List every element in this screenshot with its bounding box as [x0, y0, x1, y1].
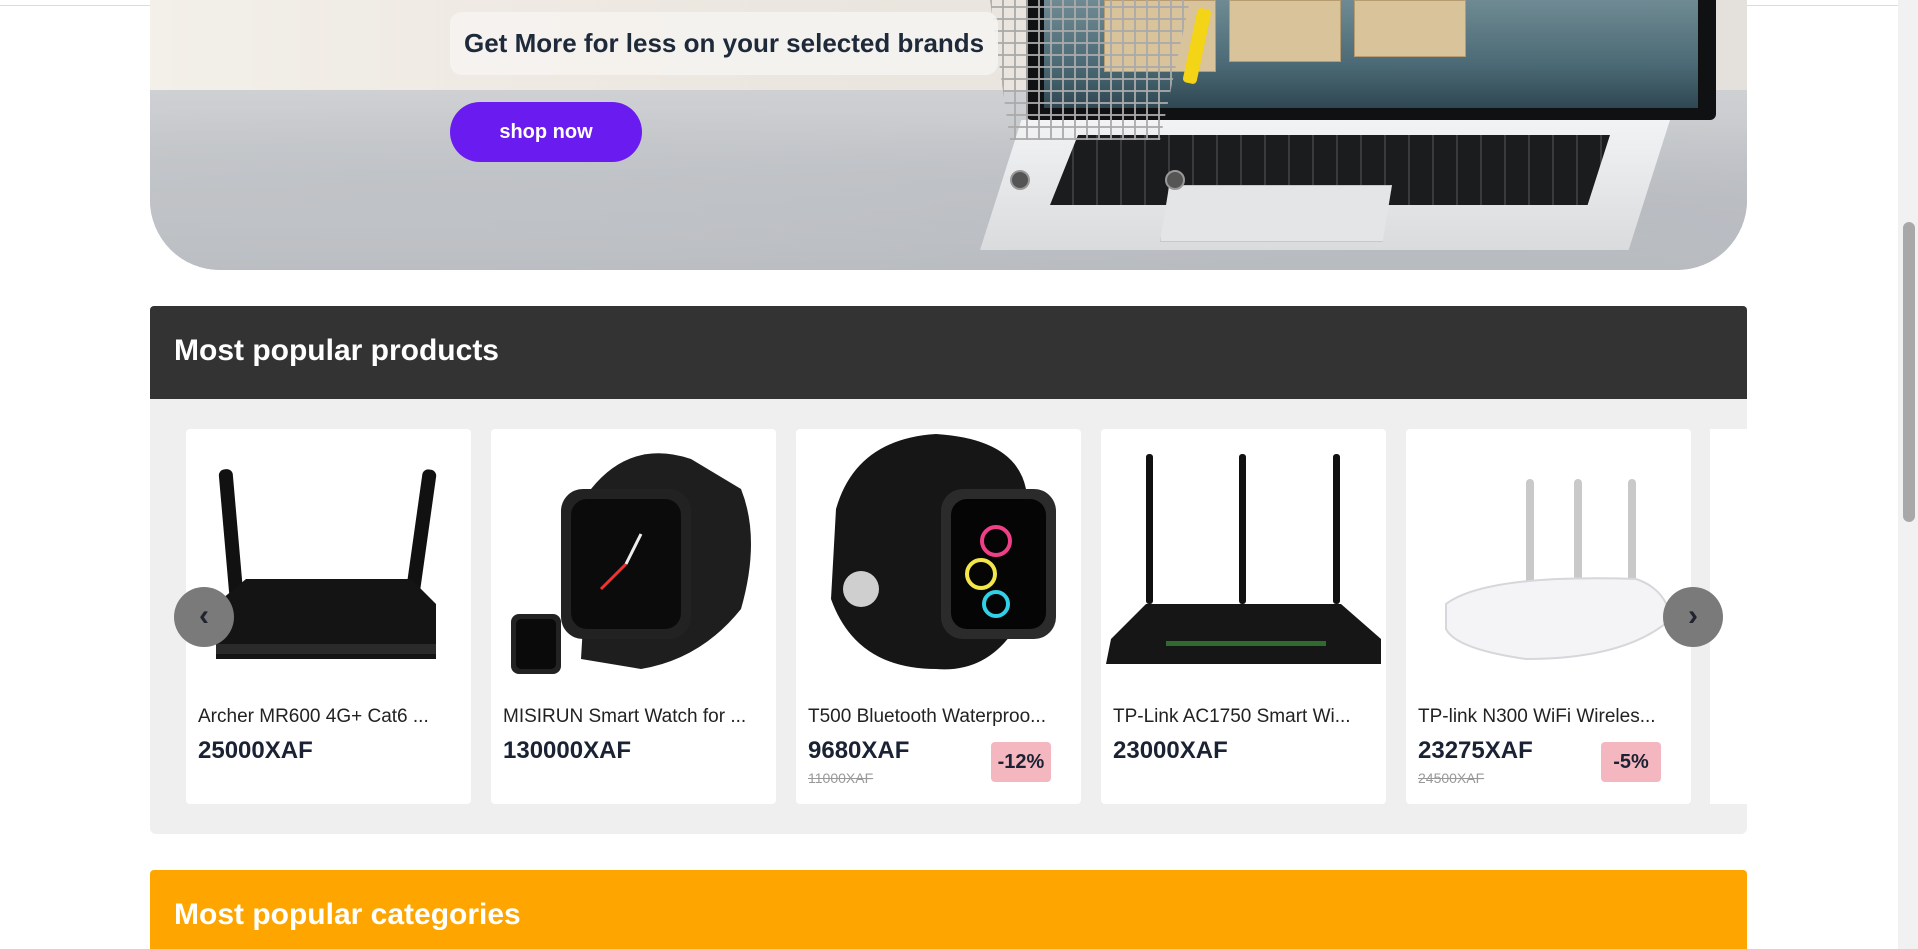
popular-categories-title: Most popular categories: [174, 898, 521, 931]
product-name[interactable]: Archer MR600 4G+ Cat6 ...: [198, 706, 460, 728]
popular-products-title: Most popular products: [174, 334, 499, 367]
popular-categories-header: Most popular categories: [150, 870, 1747, 949]
package-box-image: [1354, 0, 1466, 57]
smartwatch-icon: [831, 434, 1056, 670]
product-price: 23000XAF: [1113, 737, 1228, 764]
chevron-left-icon: ‹: [199, 599, 209, 632]
product-price: 25000XAF: [198, 737, 313, 764]
page: Get More for less on your selected brand…: [0, 0, 1918, 949]
product-old-price: 24500XAF: [1418, 770, 1485, 786]
carousel-next-button[interactable]: ›: [1663, 587, 1723, 647]
scrollbar-thumb[interactable]: [1903, 222, 1915, 522]
product-card[interactable]: MISIRUN Smart Watch for ... 130000XAF: [491, 429, 776, 804]
product-old-price: 11000XAF: [808, 770, 874, 786]
cart-wheel: [1010, 170, 1030, 190]
cart-basket: [990, 0, 1190, 140]
product-card[interactable]: TP-link N300 WiFi Wireles... 23275XAF 24…: [1406, 429, 1691, 804]
router-icon: [216, 469, 437, 659]
shopping-cart-image: [970, 0, 1212, 200]
discount-badge: -12%: [991, 742, 1051, 782]
product-price: 9680XAF: [808, 737, 910, 764]
router-icon: [1445, 479, 1673, 661]
shop-now-button[interactable]: shop now: [450, 102, 642, 162]
product-price: 130000XAF: [503, 737, 632, 764]
chevron-right-icon: ›: [1688, 599, 1698, 632]
router-icon: [1106, 454, 1381, 664]
product-name[interactable]: TP-Link AC1750 Smart Wi...: [1113, 706, 1375, 728]
product-name[interactable]: T500 Bluetooth Waterproo...: [808, 706, 1070, 728]
product-card[interactable]: T500 Bluetooth Waterproo... 9680XAF 1100…: [796, 429, 1081, 804]
package-box-image: [1229, 0, 1341, 62]
product-name[interactable]: MISIRUN Smart Watch for ...: [503, 706, 765, 728]
scrollbar-track[interactable]: [1898, 0, 1918, 949]
product-price: 23275XAF: [1418, 737, 1533, 764]
hero-title: Get More for less on your selected brand…: [450, 12, 999, 76]
carousel-prev-button[interactable]: ‹: [174, 587, 234, 647]
popular-products-header: Most popular products: [150, 306, 1747, 399]
discount-badge: -5%: [1601, 742, 1661, 782]
popular-products-carousel: Archer MR600 4G+ Cat6 ... 25000XAF MISIR…: [150, 399, 1747, 834]
cart-wheel: [1165, 170, 1185, 190]
hero-banner[interactable]: Get More for less on your selected brand…: [150, 0, 1747, 270]
smartwatch-icon: [511, 453, 751, 674]
product-name[interactable]: TP-link N300 WiFi Wireles...: [1418, 706, 1680, 728]
product-card[interactable]: TP-Link AC1750 Smart Wi... 23000XAF: [1101, 429, 1386, 804]
